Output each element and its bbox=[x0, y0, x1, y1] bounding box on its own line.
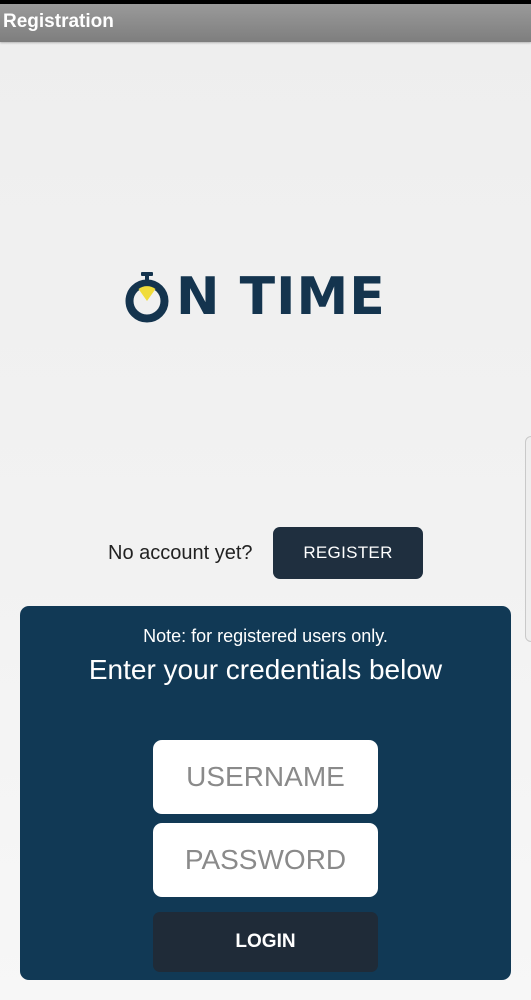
login-panel: Note: for registered users only. Enter y… bbox=[20, 606, 511, 980]
app-logo: N TIME bbox=[124, 266, 408, 328]
logo-text: N TIME bbox=[176, 267, 386, 327]
window-title: Registration bbox=[3, 11, 114, 32]
account-row: No account yet? REGISTER bbox=[108, 527, 424, 579]
login-button[interactable]: LOGIN bbox=[153, 912, 378, 972]
registered-users-note: Note: for registered users only. bbox=[143, 626, 388, 646]
register-button[interactable]: REGISTER bbox=[273, 527, 423, 579]
no-account-label: No account yet? bbox=[108, 542, 253, 564]
edge-panel-handle[interactable] bbox=[525, 436, 531, 642]
title-bar: Registration bbox=[0, 4, 531, 42]
password-input[interactable] bbox=[153, 823, 378, 897]
credentials-heading: Enter your credentials below bbox=[88, 654, 443, 685]
stopwatch-icon bbox=[124, 271, 170, 323]
username-input[interactable] bbox=[153, 740, 378, 814]
